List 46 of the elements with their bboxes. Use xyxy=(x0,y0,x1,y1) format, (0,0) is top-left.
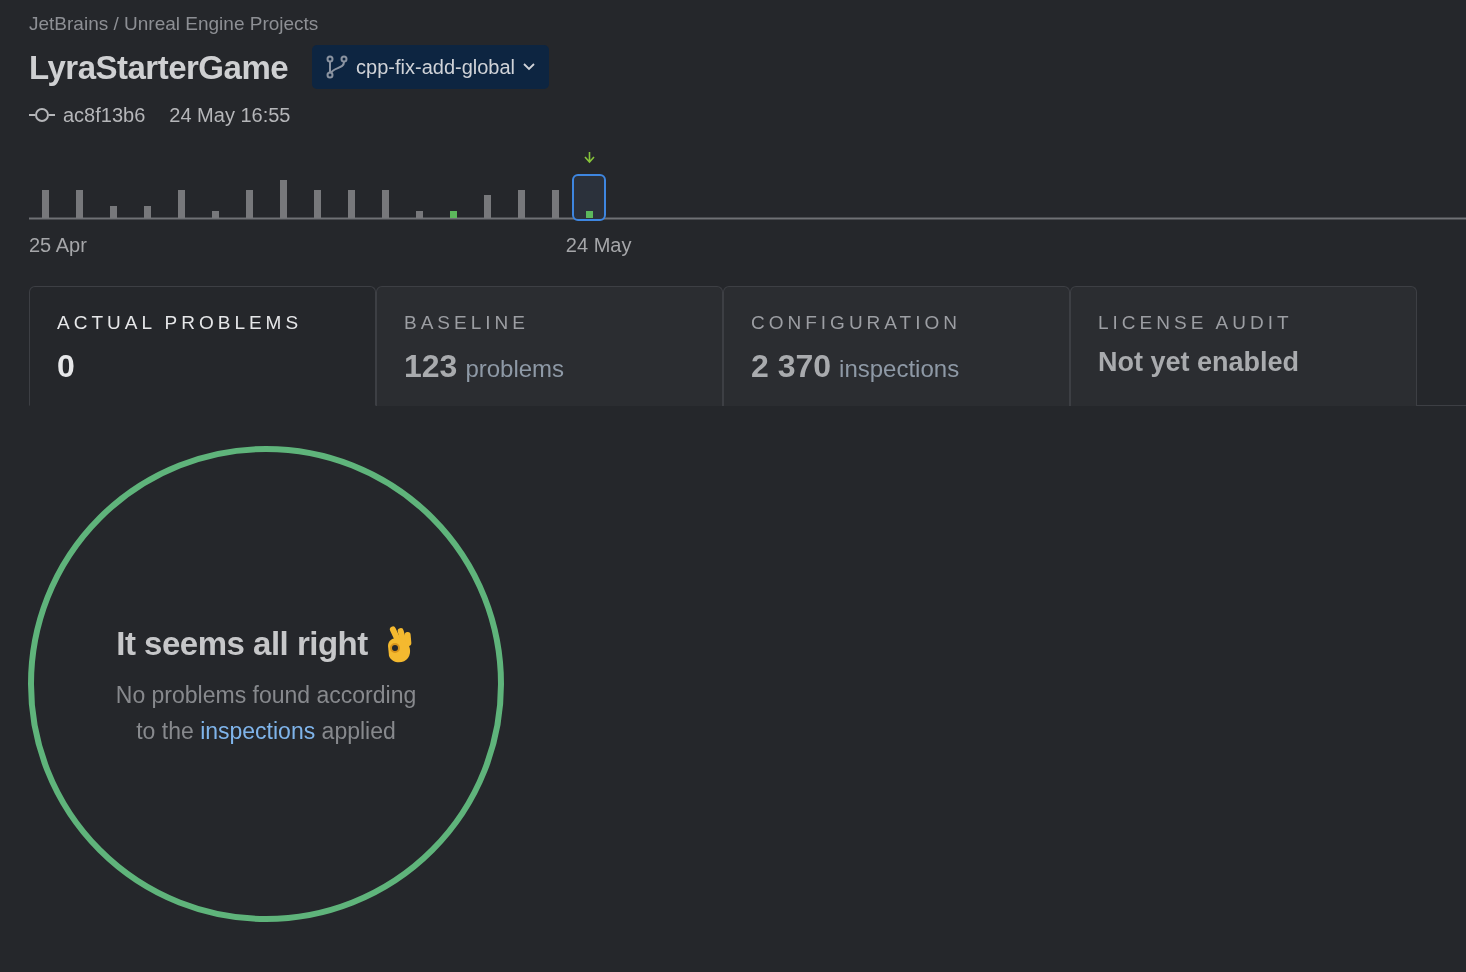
tab-value: 123 xyxy=(404,346,458,386)
build-bar[interactable] xyxy=(246,190,253,218)
tab-caption: ACTUAL PROBLEMS xyxy=(57,311,304,335)
tab-caption: BASELINE xyxy=(404,311,530,335)
branch-icon xyxy=(326,55,349,80)
tab-caption: CONFIGURATION xyxy=(751,311,962,335)
summary-tab[interactable]: CONFIGURATION 2 370 inspections xyxy=(723,286,1070,406)
tab-value: Not yet enabled xyxy=(1098,345,1301,379)
commit-hash: ac8f13b6 xyxy=(63,103,146,128)
build-bar[interactable] xyxy=(110,206,117,218)
tab-unit: problems xyxy=(465,353,565,384)
build-bar[interactable] xyxy=(178,190,185,218)
arrow-down-icon xyxy=(584,151,595,164)
build-bar[interactable] xyxy=(382,190,389,218)
build-bar[interactable] xyxy=(144,206,151,218)
build-bar[interactable] xyxy=(416,211,423,218)
timeline-start-label: 25 Apr xyxy=(29,233,87,258)
chevron-down-icon xyxy=(523,63,536,72)
branch-dropdown[interactable]: cpp-fix-add-global xyxy=(312,45,550,90)
build-bar[interactable] xyxy=(586,211,593,218)
build-bar[interactable] xyxy=(552,190,559,218)
tab-value: 2 370 xyxy=(751,346,832,386)
summary-tab[interactable]: BASELINE 123 problems xyxy=(376,286,723,406)
build-bar[interactable] xyxy=(518,190,525,218)
project-title: LyraStarterGame xyxy=(29,47,289,88)
build-bar[interactable] xyxy=(484,195,491,218)
result-message: No problems found according to the inspections applied xyxy=(115,680,417,746)
build-bar[interactable] xyxy=(42,190,49,218)
summary-tab[interactable]: ACTUAL PROBLEMS 0 xyxy=(29,286,376,406)
timeline-end-label: 24 May xyxy=(565,233,632,258)
build-bar[interactable] xyxy=(280,180,287,218)
tab-value: 0 xyxy=(57,346,75,386)
tab-caption: LICENSE AUDIT xyxy=(1098,311,1294,335)
build-bar[interactable] xyxy=(450,211,457,218)
inspections-link[interactable]: inspections xyxy=(200,717,316,744)
build-bar[interactable] xyxy=(212,211,219,218)
selected-build-frame[interactable] xyxy=(572,174,606,221)
tab-unit: inspections xyxy=(839,353,960,384)
commit-date: 24 May 16:55 xyxy=(169,103,291,128)
commit-icon xyxy=(29,108,55,122)
result-title: It seems all right xyxy=(116,624,368,665)
summary-tab[interactable]: LICENSE AUDIT Not yet enabled xyxy=(1070,286,1417,406)
build-bar[interactable] xyxy=(76,190,83,218)
breadcrumb[interactable]: JetBrains / Unreal Engine Projects xyxy=(29,10,1466,39)
build-bar[interactable] xyxy=(314,190,321,218)
build-bar[interactable] xyxy=(348,190,355,218)
